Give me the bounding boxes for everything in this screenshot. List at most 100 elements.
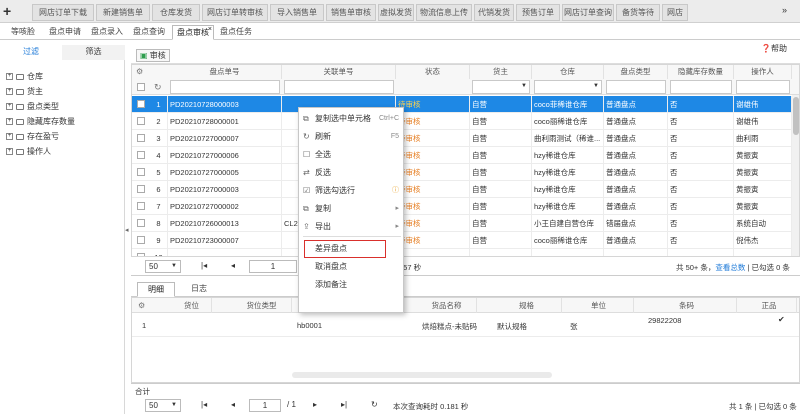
context-menu-item[interactable]: ⇄ 反选 (299, 164, 405, 182)
column-filter-input[interactable] (736, 80, 790, 94)
expand-icon[interactable]: + (6, 73, 13, 81)
table-row[interactable]: 10 (132, 249, 799, 256)
prev-page-icon[interactable]: ◂ (231, 261, 235, 270)
tree-item[interactable]: + 仓库 (6, 71, 43, 83)
sub-tab[interactable]: 盘点任务 (216, 25, 256, 40)
expand-icon[interactable]: + (6, 148, 13, 156)
refresh-icon[interactable]: ↻ (371, 400, 378, 409)
column-filter-input[interactable] (670, 80, 732, 94)
table-row[interactable]: 8 PD20210726000013 CL20 待审核 自营 小王自建自营仓库 错届盘点否系… (132, 215, 799, 232)
detail-scrollbar[interactable] (292, 372, 552, 378)
top-tab[interactable]: 网店 (662, 4, 688, 21)
prev-page-icon[interactable]: ◂ (231, 400, 235, 409)
top-tab[interactable]: 网店订单转审核 (202, 4, 268, 21)
column-header: 条码 (637, 298, 737, 313)
column-filter-input[interactable]: ▼ (534, 80, 602, 94)
help-button[interactable]: ❓帮助 (758, 43, 790, 56)
sub-tab[interactable]: 盘点查询 (128, 25, 170, 40)
tree-item[interactable]: + 存在盈亏 (6, 131, 59, 143)
table-row[interactable]: 9 PD20210723000007 待审核 自营 coco丽稀谁仓库 普通盘点否倪伟杰 (132, 232, 799, 249)
tree-item[interactable]: + 盘点类型 (6, 101, 59, 113)
detail-page-input[interactable]: 1 (249, 399, 281, 412)
more-tabs-icon[interactable]: » (782, 5, 787, 15)
row-checkbox[interactable] (137, 219, 145, 227)
column-filter-input[interactable] (170, 80, 280, 94)
top-tab[interactable]: 预售订单 (516, 4, 560, 21)
context-menu-item[interactable]: ⧉ 复制 ▸ (299, 200, 405, 218)
table-row[interactable]: 2 PD20210728000001 待审核 自营 coco丽稀谁仓库 普通盘点否谢雄伟 (132, 113, 799, 130)
top-tab[interactable]: 物流信息上传 (416, 4, 472, 21)
row-checkbox[interactable] (137, 151, 145, 159)
tree-item[interactable]: + 货主 (6, 86, 43, 98)
row-checkbox[interactable] (137, 117, 145, 125)
context-menu-item[interactable]: ⧉ 复制选中单元格 Ctrl+C (299, 110, 405, 128)
context-menu-item[interactable]: ☐ 全选 (299, 146, 405, 164)
expand-icon[interactable]: + (6, 118, 13, 126)
sub-tab[interactable]: 盘点审核 × (172, 25, 214, 40)
context-menu-item[interactable]: ☑ 筛选勾选行 ⓘ (299, 182, 405, 200)
table-row[interactable]: 6 PD20210727000003 待审核 自营 hzy稀谁仓库 普通盘点否黄振寅 (132, 181, 799, 198)
sub-tab[interactable]: 盘点申请 (44, 25, 86, 40)
tab-detail[interactable]: 明细 (137, 282, 175, 297)
chevron-down-icon[interactable]: ▼ (521, 83, 527, 89)
next-page-icon[interactable]: ▸ (313, 400, 317, 409)
context-menu-item[interactable]: ↻ 刷新 F5 (299, 128, 405, 146)
row-checkbox[interactable] (137, 100, 145, 108)
view-total-link[interactable]: 查看总数 (715, 263, 745, 272)
top-tab[interactable]: 导入销售单 (270, 4, 324, 21)
top-tab[interactable]: 代销发货 (474, 4, 514, 21)
page-size-select[interactable]: 50 ▼ (145, 260, 181, 273)
refresh-icon[interactable]: ↻ (154, 82, 162, 93)
row-checkbox[interactable] (137, 202, 145, 210)
expand-icon[interactable]: + (6, 103, 13, 111)
top-tab[interactable]: 销售单审核 (326, 4, 376, 21)
row-checkbox[interactable] (137, 185, 145, 193)
sub-tab[interactable]: 等咳脸 (4, 25, 42, 40)
expand-icon[interactable]: + (6, 133, 13, 141)
chevron-down-icon[interactable]: ▼ (593, 83, 599, 89)
context-menu-item[interactable]: 差异盘点 (304, 240, 386, 258)
row-checkbox[interactable] (137, 236, 145, 244)
top-tab[interactable]: 新建销售单 (96, 4, 150, 21)
top-tab[interactable]: 备货等待 (616, 4, 660, 21)
settings-icon[interactable]: ⚙ (136, 67, 143, 76)
last-page-icon[interactable]: ▸| (341, 400, 347, 409)
sub-tab[interactable]: 盘点录入 (88, 25, 126, 40)
table-row[interactable]: 1 PD20210728000003 待审核 自营 coco菲稀谁仓库 普通盘点否谢雄伟 (132, 96, 799, 113)
table-row[interactable]: 4 PD20210727000006 待审核 自营 hzy稀谁仓库 普通盘点否黄振寅 (132, 147, 799, 164)
audit-button[interactable]: ▣ 审核 (136, 49, 170, 62)
column-header: 盘点单号 (168, 65, 282, 79)
grid-scrollbar[interactable] (792, 95, 799, 256)
top-tab[interactable]: 仓库发货 (152, 4, 200, 21)
add-icon[interactable]: + (3, 4, 15, 18)
row-checkbox[interactable] (137, 168, 145, 176)
row-checkbox[interactable] (137, 134, 145, 142)
top-tab[interactable]: 网店订单下载 (32, 4, 94, 21)
context-menu-item[interactable]: 取消盘点 (299, 258, 405, 276)
table-row[interactable]: 7 PD20210727000002 待审核 自营 hzy稀谁仓库 普通盘点否黄振寅 (132, 198, 799, 215)
context-menu-item[interactable]: 添加备注 (299, 276, 405, 294)
tree-item[interactable]: + 操作人 (6, 146, 51, 158)
tab-screen[interactable]: 筛选 (62, 45, 125, 60)
table-row[interactable]: 3 PD20210727000007 待审核 自营 曲利雨测试（稀谁... 普通盘点否曲利… (132, 130, 799, 147)
table-cell: hzy稀谁仓库 (532, 181, 604, 198)
detail-page-size-select[interactable]: 50 ▼ (145, 399, 181, 412)
detail-row[interactable]: 1 hb0001 烘焙糕点-未贴码 默认规格 张 29822208 ✔ (132, 313, 799, 337)
expand-icon[interactable]: + (6, 88, 13, 96)
first-page-icon[interactable]: |◂ (201, 261, 207, 270)
top-tab[interactable]: 网店订单查询 (562, 4, 614, 21)
tree-item[interactable]: + 隐藏库存数量 (6, 116, 75, 128)
page-input[interactable]: 1 (249, 260, 297, 273)
settings-icon[interactable]: ⚙ (138, 301, 145, 310)
column-filter-input[interactable]: ▼ (472, 80, 530, 94)
top-tab[interactable]: 虚拟发货 (378, 4, 414, 21)
tab-log[interactable]: 日志 (179, 282, 219, 297)
column-filter-input[interactable] (606, 80, 666, 94)
column-filter-input[interactable] (284, 80, 394, 94)
select-all-checkbox[interactable] (137, 83, 145, 91)
close-icon[interactable]: × (208, 23, 212, 37)
tab-filter[interactable]: 过滤 (0, 45, 62, 60)
context-menu-item[interactable]: ⇪ 导出 ▸ (299, 218, 405, 236)
table-row[interactable]: 5 PD20210727000005 待审核 自营 hzy稀谁仓库 普通盘点否黄振寅 (132, 164, 799, 181)
first-page-icon[interactable]: |◂ (201, 400, 207, 409)
